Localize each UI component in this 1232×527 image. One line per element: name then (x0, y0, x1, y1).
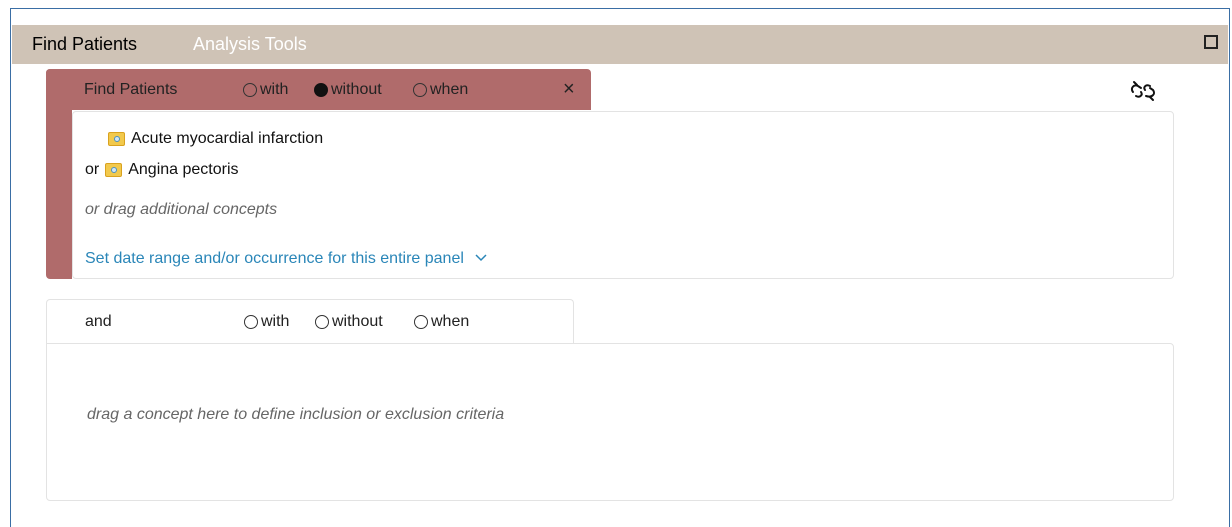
concept-folder-icon (108, 132, 125, 146)
panel2-radio-when[interactable]: when (414, 313, 469, 331)
drag-hint: or drag additional concepts (85, 201, 278, 218)
concept-prefix: or (85, 161, 100, 178)
concept-folder-icon (105, 163, 123, 177)
radio-icon (315, 315, 329, 329)
panel2-drop-area[interactable]: drag a concept here to define inclusion … (46, 343, 1174, 501)
panel1-radio-with[interactable]: with (243, 81, 288, 99)
radio-icon (243, 83, 257, 97)
expand-icon[interactable] (1204, 35, 1218, 49)
chevron-down-icon (475, 254, 487, 262)
panel1-title: Find Patients (84, 81, 178, 98)
panel1-radio-without[interactable]: without (314, 81, 382, 99)
panel1-header: Find Patients with without when × (46, 69, 591, 110)
concept-item[interactable]: Acute myocardial infarction (108, 130, 323, 148)
radio-selected-icon (314, 83, 328, 97)
radio-icon (244, 315, 258, 329)
close-icon[interactable]: × (563, 78, 575, 101)
concept-label: Angina pectoris (128, 161, 239, 178)
concept-item[interactable]: or Angina pectoris (85, 161, 239, 179)
radio-icon (413, 83, 427, 97)
tab-find-patients[interactable]: Find Patients (32, 34, 137, 55)
tab-bar: Find Patients Analysis Tools (12, 25, 1228, 64)
panel2-header: and with without when (46, 299, 574, 343)
concept-label: Acute myocardial infarction (131, 130, 324, 147)
radio-icon (414, 315, 428, 329)
unlink-icon[interactable] (1128, 79, 1158, 103)
date-range-label: Set date range and/or occurrence for thi… (85, 250, 464, 267)
panel2-title: and (85, 313, 112, 330)
panel2-drag-hint: drag a concept here to define inclusion … (87, 406, 505, 423)
panel2-radio-with[interactable]: with (244, 313, 289, 331)
panel1-radio-when[interactable]: when (413, 81, 468, 99)
tab-analysis-tools[interactable]: Analysis Tools (193, 34, 307, 55)
date-range-link[interactable]: Set date range and/or occurrence for thi… (85, 250, 488, 268)
panel2-radio-without[interactable]: without (315, 313, 383, 331)
